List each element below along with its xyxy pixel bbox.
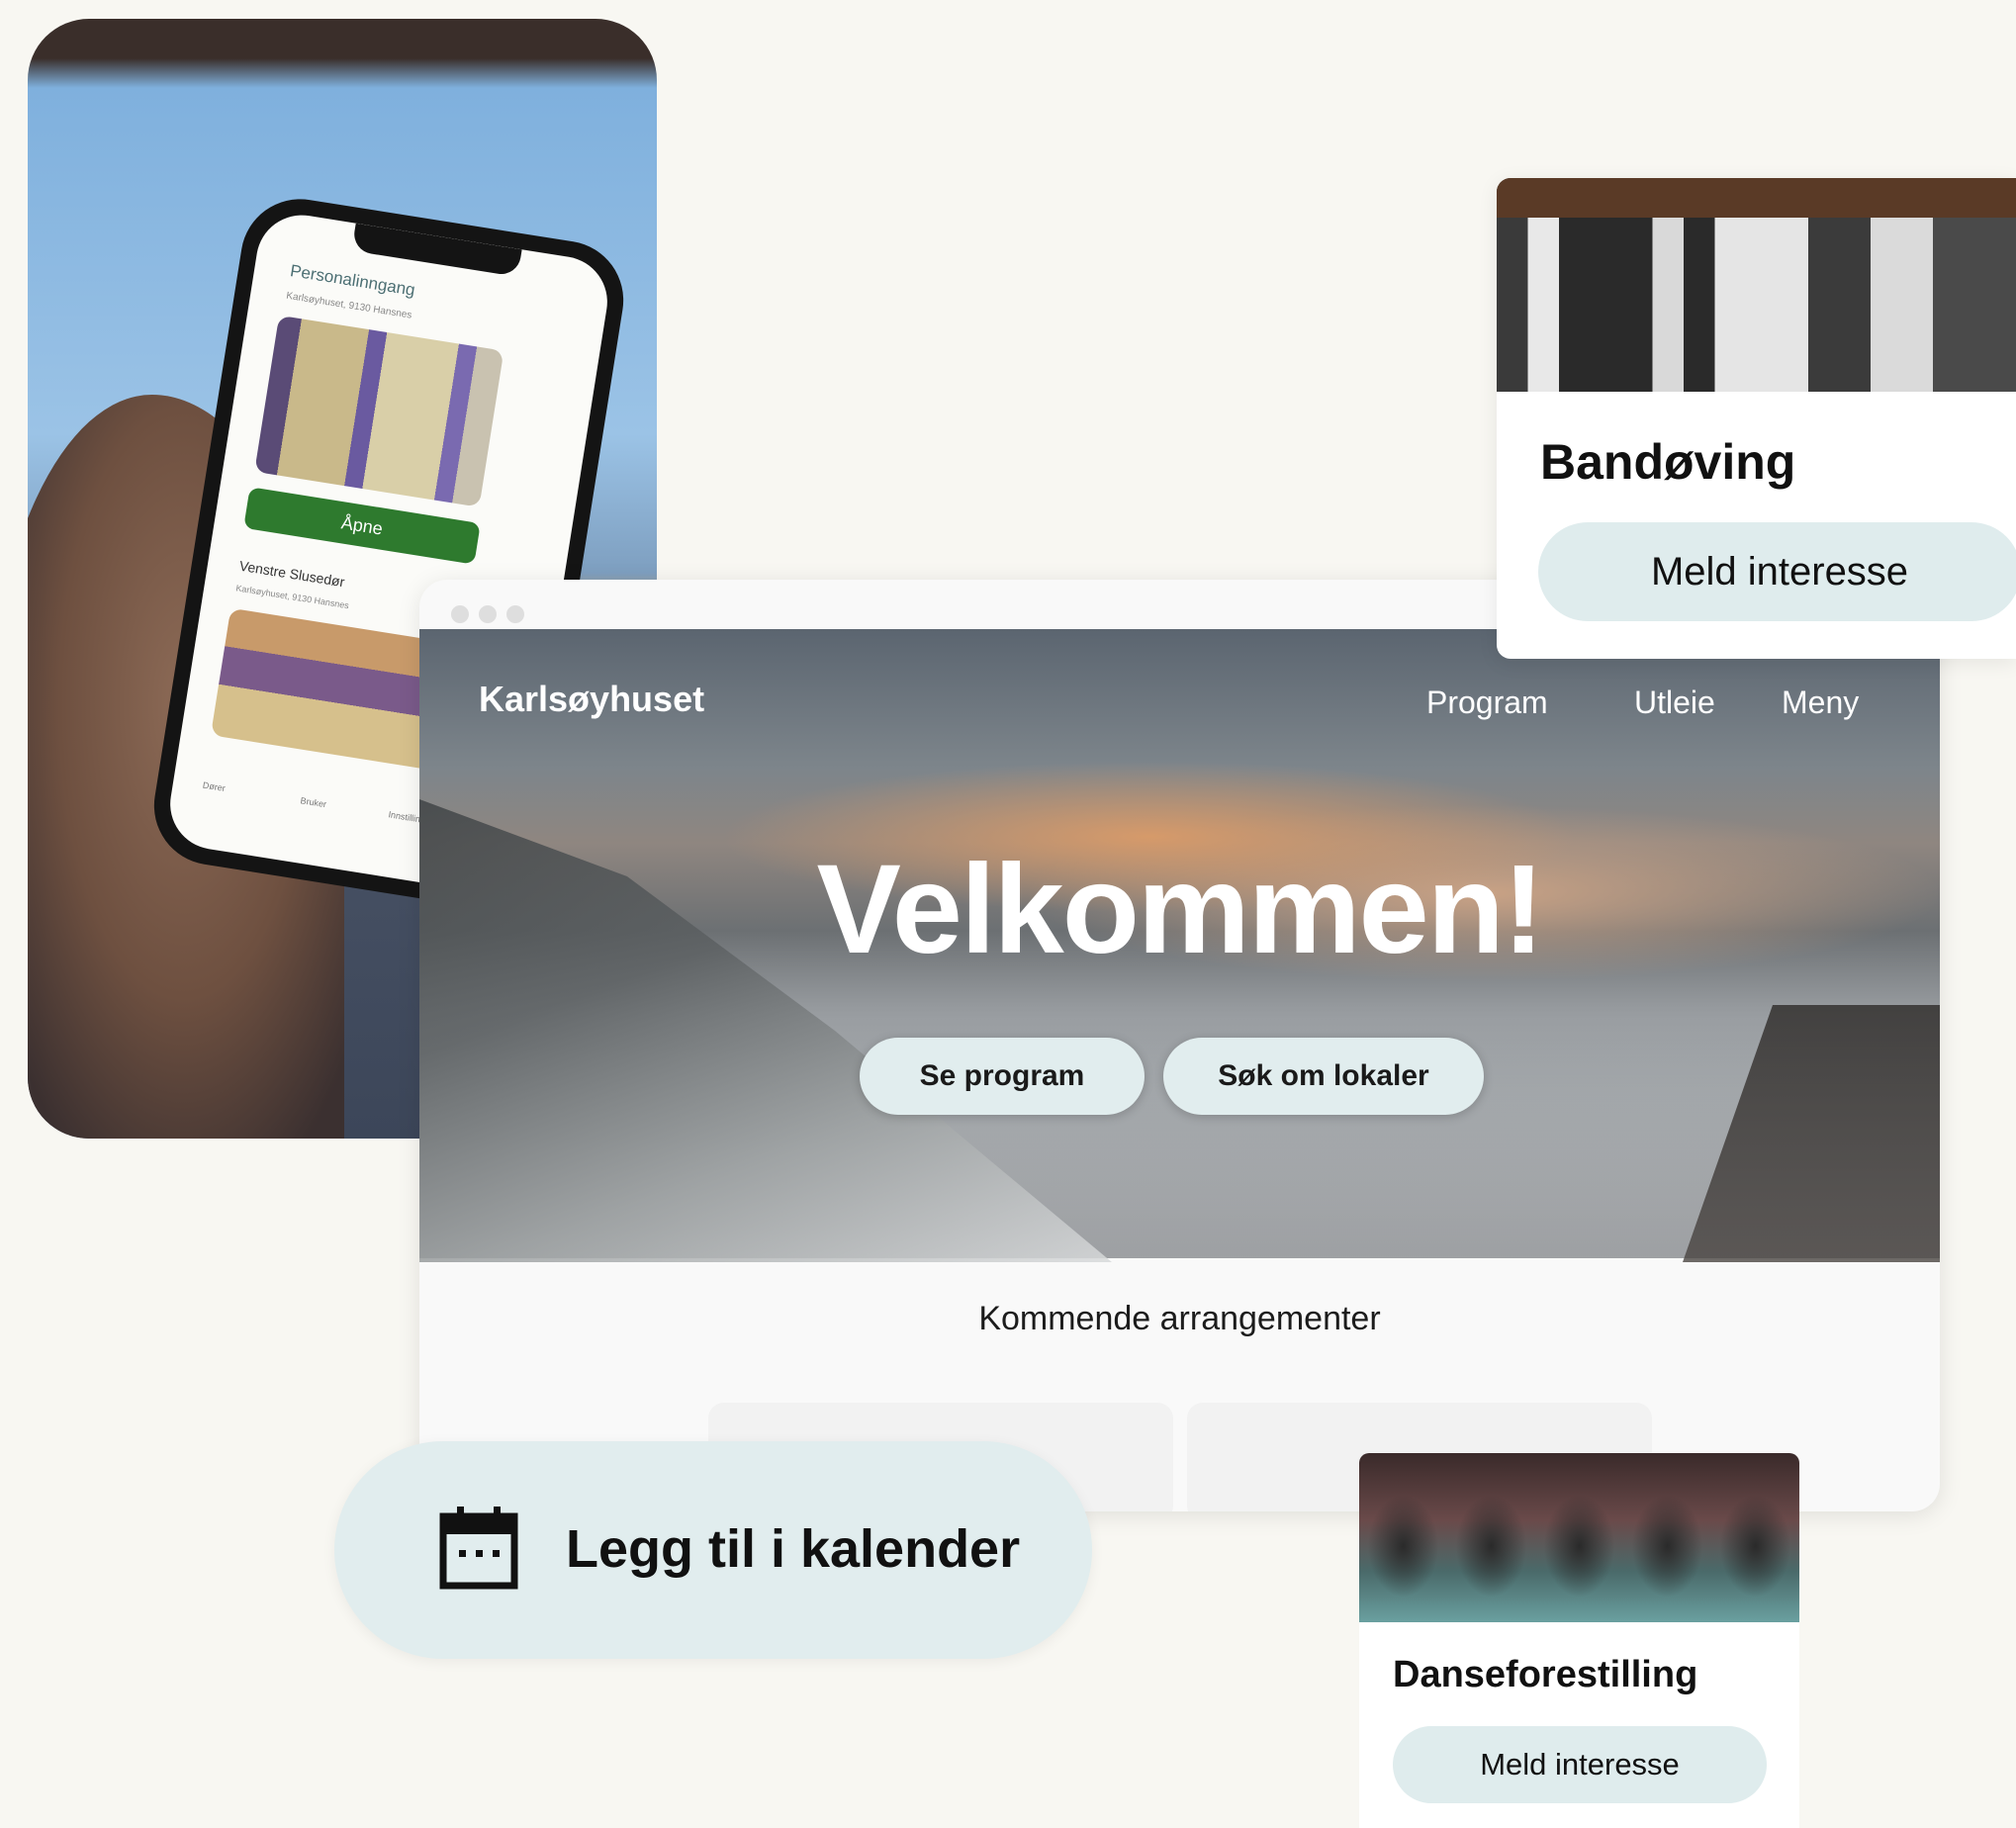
add-to-calendar-label: Legg til i kalender	[566, 1519, 1021, 1579]
tab-doors[interactable]: Dører	[202, 780, 226, 793]
dance-photo	[1359, 1453, 1799, 1622]
window-dot	[479, 605, 497, 623]
event-card-danseforestilling: Danseforestilling Meld interesse	[1359, 1453, 1799, 1828]
window-dot	[451, 605, 469, 623]
window-dot	[506, 605, 524, 623]
site-logo[interactable]: Karlsøyhuset	[479, 679, 704, 720]
add-to-calendar-button[interactable]: Legg til i kalender	[334, 1441, 1092, 1659]
door-image	[254, 315, 504, 507]
register-interest-button[interactable]: Meld interesse	[1538, 522, 2016, 621]
hero-title: Velkommen!	[816, 839, 1544, 980]
nav-program[interactable]: Program	[1426, 685, 1548, 721]
see-program-button[interactable]: Se program	[860, 1038, 1145, 1115]
upcoming-heading: Kommende arrangementer	[978, 1300, 1381, 1337]
window-controls	[451, 605, 534, 628]
nav-meny[interactable]: Meny	[1782, 685, 1859, 721]
tab-user[interactable]: Bruker	[300, 795, 327, 809]
apply-venue-button[interactable]: Søk om lokaler	[1163, 1038, 1484, 1115]
event-title: Danseforestilling	[1393, 1654, 1698, 1695]
browser-window: Karlsøyhuset Program Utleie Meny Velkomm…	[419, 580, 1940, 1511]
calendar-icon	[439, 1507, 518, 1590]
hero-trees	[1683, 1005, 1940, 1262]
event-card-bandoving: Bandøving Meld interesse	[1497, 178, 2016, 659]
nav-utleie[interactable]: Utleie	[1634, 685, 1715, 721]
hero-section: Karlsøyhuset Program Utleie Meny Velkomm…	[419, 629, 1940, 1262]
band-photo	[1497, 178, 2016, 392]
register-interest-button[interactable]: Meld interesse	[1393, 1726, 1767, 1803]
event-title: Bandøving	[1540, 434, 1796, 490]
hero-slope	[419, 799, 1112, 1262]
phone-notch	[351, 223, 522, 277]
